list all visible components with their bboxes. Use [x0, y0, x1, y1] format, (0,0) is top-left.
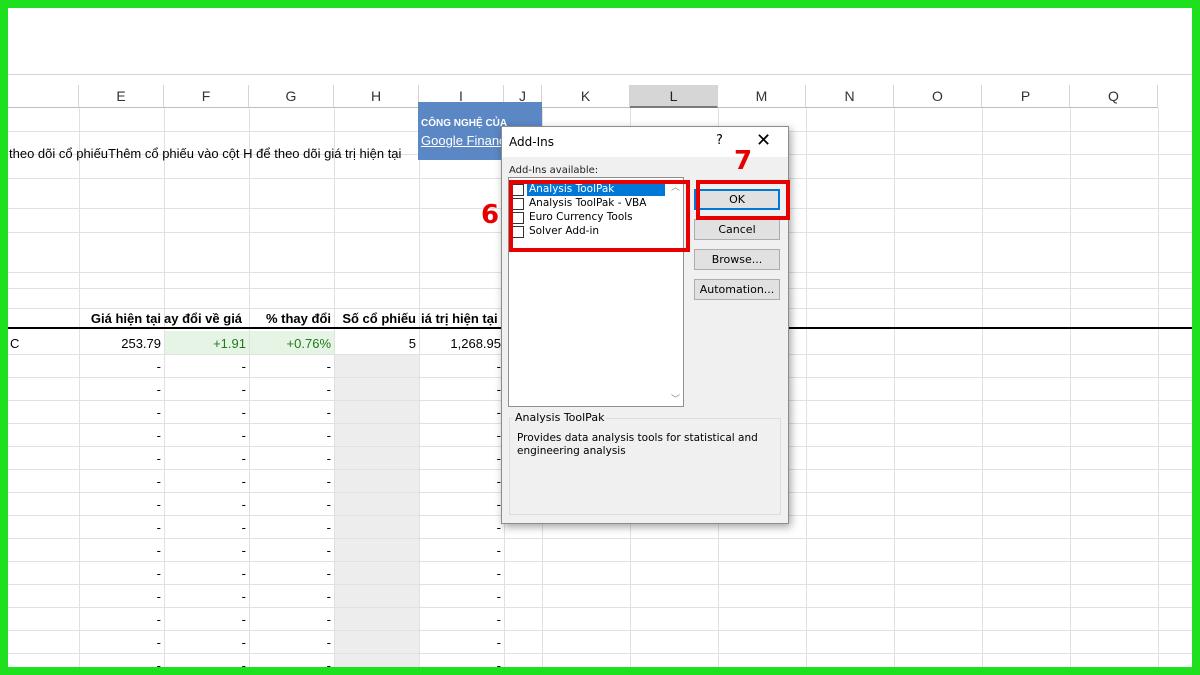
empty-cell-pct[interactable]: - [249, 451, 331, 466]
col-header-h[interactable]: H [334, 85, 419, 108]
empty-cell-value[interactable]: - [419, 635, 501, 650]
scroll-down-icon[interactable]: ﹀ [671, 392, 680, 405]
cell-change[interactable]: +1.91 [164, 336, 246, 351]
instruction-text: theo dõi cổ phiếuThêm cổ phiếu vào cột H… [9, 146, 402, 161]
empty-cell-price[interactable]: - [79, 589, 161, 604]
col-header-blank[interactable] [8, 85, 79, 108]
empty-cell-pct[interactable]: - [249, 543, 331, 558]
empty-cell-value[interactable]: - [419, 382, 501, 397]
highlight-add-ins-list [509, 180, 690, 252]
empty-cell-price[interactable]: - [79, 405, 161, 420]
empty-cell-change[interactable]: - [164, 589, 246, 604]
col-header-m[interactable]: M [718, 85, 806, 108]
dialog-title: Add-Ins [509, 135, 554, 149]
col-header-l[interactable]: L [630, 85, 718, 108]
col-header-k[interactable]: K [542, 85, 630, 108]
empty-cell-price[interactable]: - [79, 566, 161, 581]
highlight-ok-button [696, 180, 790, 220]
empty-cell-value[interactable]: - [419, 520, 501, 535]
empty-cell-price[interactable]: - [79, 612, 161, 627]
empty-cell-change[interactable]: - [164, 635, 246, 650]
empty-cell-value[interactable]: - [419, 451, 501, 466]
description-title: Analysis ToolPak [513, 411, 607, 424]
empty-cell-pct[interactable]: - [249, 635, 331, 650]
col-header-g[interactable]: G [249, 85, 334, 108]
ribbon-area [8, 8, 1192, 75]
col-header-e[interactable]: E [79, 85, 164, 108]
close-icon[interactable]: ✕ [756, 130, 771, 151]
empty-cell-pct[interactable]: - [249, 405, 331, 420]
empty-cell-change[interactable]: - [164, 428, 246, 443]
empty-cell-change[interactable]: - [164, 497, 246, 512]
empty-cell-value[interactable]: - [419, 359, 501, 374]
empty-cell-change[interactable]: - [164, 382, 246, 397]
step-7-label: 7 [734, 146, 753, 176]
browse-button[interactable]: Browse... [694, 249, 780, 270]
empty-cell-value[interactable]: - [419, 543, 501, 558]
empty-cell-change[interactable]: - [164, 658, 246, 667]
row-label[interactable]: C [10, 336, 19, 351]
empty-cell-price[interactable]: - [79, 428, 161, 443]
empty-cell-value[interactable]: - [419, 405, 501, 420]
empty-cell-pct[interactable]: - [249, 359, 331, 374]
help-icon[interactable]: ? [716, 133, 723, 148]
empty-cell-value[interactable]: - [419, 658, 501, 667]
cell-value[interactable]: 1,268.95 [419, 336, 501, 351]
empty-cell-pct[interactable]: - [249, 566, 331, 581]
col-header-o[interactable]: O [894, 85, 982, 108]
banner-title: CÔNG NGHỆ CỦA [421, 118, 508, 129]
add-ins-available-label: Add-Ins available: [509, 165, 599, 176]
description-text: Provides data analysis tools for statist… [517, 432, 758, 457]
col-header-n[interactable]: N [806, 85, 894, 108]
empty-cell-price[interactable]: - [79, 359, 161, 374]
empty-cell-value[interactable]: - [419, 566, 501, 581]
empty-cell-price[interactable]: - [79, 382, 161, 397]
empty-cell-pct[interactable]: - [249, 382, 331, 397]
empty-cell-value[interactable]: - [419, 612, 501, 627]
cancel-button[interactable]: Cancel [694, 219, 780, 240]
empty-cell-price[interactable]: - [79, 474, 161, 489]
empty-cell-change[interactable]: - [164, 566, 246, 581]
empty-cell-change[interactable]: - [164, 474, 246, 489]
empty-cell-change[interactable]: - [164, 520, 246, 535]
header-price-change: ay đổi về giá [164, 311, 243, 326]
empty-cell-pct[interactable]: - [249, 474, 331, 489]
header-pct-change: % thay đổi [265, 311, 331, 326]
empty-cell-price[interactable]: - [79, 635, 161, 650]
empty-cell-change[interactable]: - [164, 405, 246, 420]
empty-cell-price[interactable]: - [79, 497, 161, 512]
empty-cell-value[interactable]: - [419, 589, 501, 604]
header-shares: Số cổ phiếu [342, 311, 416, 326]
google-finance-link[interactable]: Google Finance [421, 133, 513, 148]
empty-cell-pct[interactable]: - [249, 497, 331, 512]
automation-button[interactable]: Automation... [694, 279, 780, 300]
empty-cell-pct[interactable]: - [249, 658, 331, 667]
empty-cell-change[interactable]: - [164, 451, 246, 466]
col-header-q[interactable]: Q [1070, 85, 1158, 108]
empty-cell-price[interactable]: - [79, 658, 161, 667]
empty-cell-change[interactable]: - [164, 612, 246, 627]
empty-cell-pct[interactable]: - [249, 428, 331, 443]
empty-cell-price[interactable]: - [79, 451, 161, 466]
cell-shares[interactable]: 5 [334, 336, 416, 351]
cell-price[interactable]: 253.79 [79, 336, 161, 351]
header-current-value: iá trị hiện tại [421, 311, 498, 326]
empty-cell-pct[interactable]: - [249, 612, 331, 627]
empty-cell-pct[interactable]: - [249, 589, 331, 604]
empty-cell-value[interactable]: - [419, 497, 501, 512]
empty-cell-value[interactable]: - [419, 428, 501, 443]
cell-pct[interactable]: +0.76% [249, 336, 331, 351]
col-header-f[interactable]: F [164, 85, 249, 108]
empty-cell-change[interactable]: - [164, 543, 246, 558]
col-header-p[interactable]: P [982, 85, 1070, 108]
empty-cell-value[interactable]: - [419, 474, 501, 489]
empty-cell-pct[interactable]: - [249, 520, 331, 535]
empty-cell-change[interactable]: - [164, 359, 246, 374]
empty-cell-price[interactable]: - [79, 543, 161, 558]
step-6-label: 6 [481, 200, 500, 230]
empty-cell-price[interactable]: - [79, 520, 161, 535]
header-current-price: Giá hiện tại [90, 311, 161, 326]
